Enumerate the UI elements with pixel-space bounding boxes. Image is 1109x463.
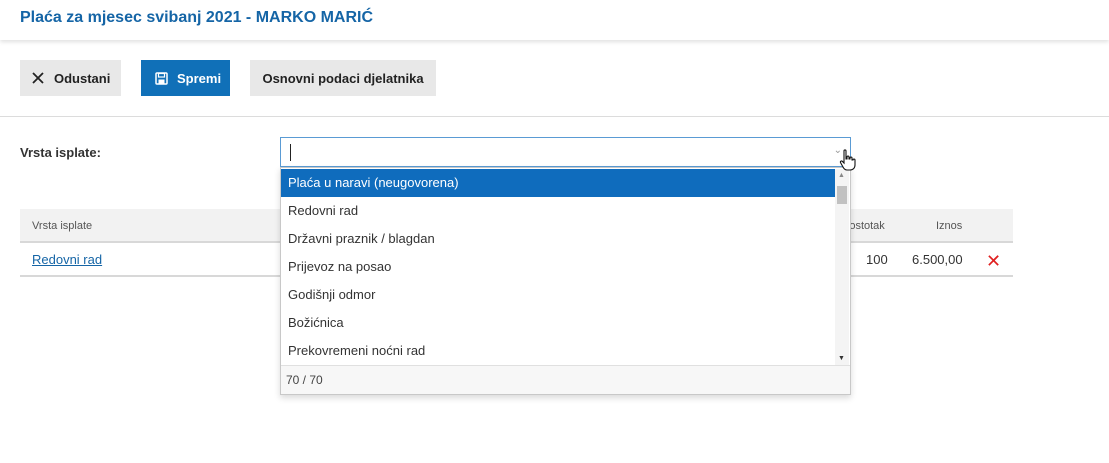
close-icon bbox=[30, 70, 46, 86]
column-header-amount: Iznos bbox=[936, 220, 963, 232]
scrollbar[interactable]: ▲ ▼ bbox=[835, 169, 849, 365]
scroll-down-icon[interactable]: ▼ bbox=[838, 355, 845, 362]
employee-basic-data-button[interactable]: Osnovni podaci djelatnika bbox=[250, 60, 436, 96]
payment-type-select[interactable]: ⌄ bbox=[280, 137, 851, 167]
delete-icon[interactable]: ✕ bbox=[986, 252, 1001, 270]
dropdown-option[interactable]: Božićnica bbox=[281, 309, 835, 337]
text-caret bbox=[290, 144, 291, 161]
scroll-up-icon[interactable]: ▲ bbox=[838, 172, 845, 179]
employee-basic-data-label: Osnovni podaci djelatnika bbox=[262, 70, 424, 86]
option-count: 70 / 70 bbox=[281, 365, 850, 394]
save-button-label: Spremi bbox=[177, 70, 222, 86]
row-percent: 100 bbox=[866, 252, 888, 267]
row-amount: 6.500,00 bbox=[912, 252, 963, 267]
page-header: Plaća za mjesec svibanj 2021 - MARKO MAR… bbox=[0, 0, 1109, 40]
payment-type-dropdown: Plaća u naravi (neugovorena) Redovni rad… bbox=[280, 167, 851, 395]
cancel-button-label: Odustani bbox=[54, 70, 111, 86]
scrollbar-thumb[interactable] bbox=[837, 186, 847, 204]
cancel-button[interactable]: Odustani bbox=[20, 60, 121, 96]
dropdown-option[interactable]: Plaća u naravi (neugovorena) bbox=[281, 169, 835, 197]
option-list: Plaća u naravi (neugovorena) Redovni rad… bbox=[281, 169, 835, 365]
save-button[interactable]: Spremi bbox=[141, 60, 230, 96]
toolbar: Odustani Spremi Osnovni podaci djelatnik… bbox=[0, 60, 1109, 96]
save-icon bbox=[153, 70, 169, 86]
dropdown-option[interactable]: Državni praznik / blagdan bbox=[281, 225, 835, 253]
row-type-link[interactable]: Redovni rad bbox=[32, 252, 102, 267]
dropdown-option[interactable]: Prekovremeni noćni rad bbox=[281, 337, 835, 365]
page-title: Plaća za mjesec svibanj 2021 - MARKO MAR… bbox=[20, 9, 374, 26]
dropdown-option[interactable]: Prijevoz na posao bbox=[281, 253, 835, 281]
divider bbox=[0, 116, 1109, 117]
dropdown-option[interactable]: Redovni rad bbox=[281, 197, 835, 225]
hand-cursor-icon bbox=[839, 149, 856, 171]
dropdown-option[interactable]: Godišnji odmor bbox=[281, 281, 835, 309]
column-header-type: Vrsta isplate bbox=[32, 220, 93, 232]
payment-type-label: Vrsta isplate: bbox=[20, 145, 101, 160]
